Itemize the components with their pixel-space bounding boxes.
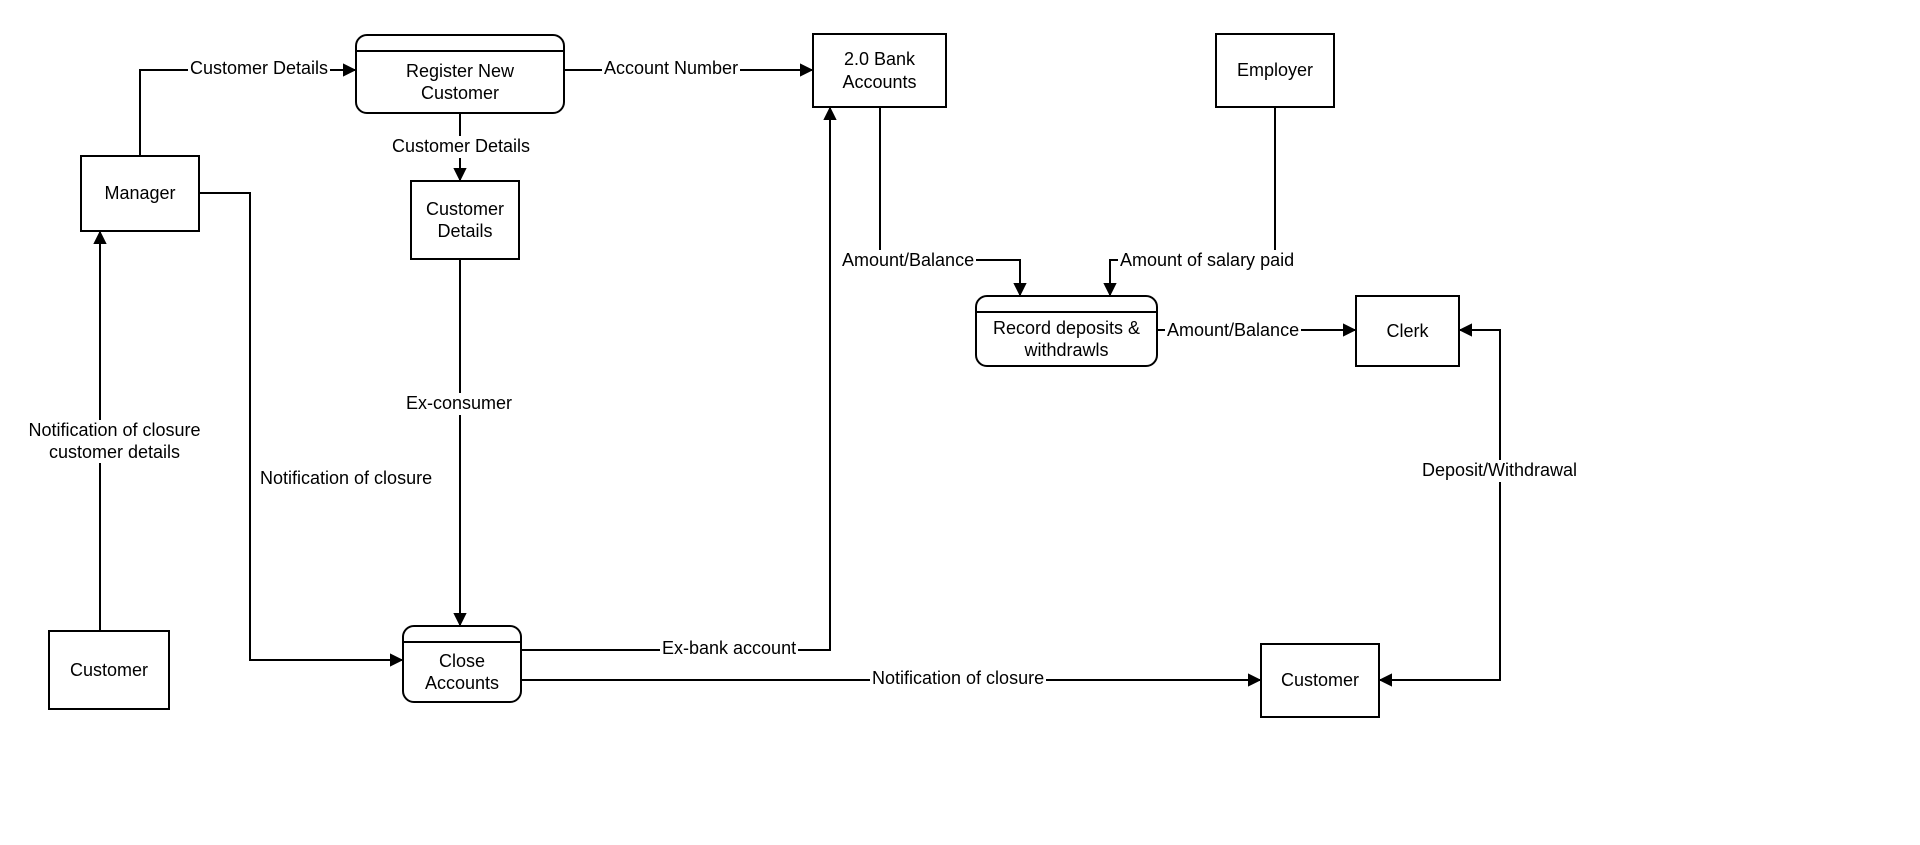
datastore-bank-accounts: 2.0 BankAccounts bbox=[812, 33, 947, 108]
entity-label: 2.0 BankAccounts bbox=[842, 48, 916, 93]
edges-layer bbox=[0, 0, 1920, 845]
edge-label-customer-details-vert: Customer Details bbox=[390, 136, 532, 158]
edge-label-amount-salary-paid: Amount of salary paid bbox=[1118, 250, 1296, 272]
entity-manager: Manager bbox=[80, 155, 200, 232]
edge-label-customer-details-top: Customer Details bbox=[188, 58, 330, 80]
process-register-new-customer: Register NewCustomer bbox=[355, 34, 565, 114]
process-label: CloseAccounts bbox=[417, 643, 507, 701]
process-header-bar bbox=[357, 36, 563, 52]
entity-employer: Employer bbox=[1215, 33, 1335, 108]
process-label: Record deposits &withdrawls bbox=[985, 313, 1148, 366]
process-label: Register NewCustomer bbox=[398, 52, 522, 112]
entity-label: Customer bbox=[1281, 669, 1359, 692]
entity-label: CustomerDetails bbox=[426, 198, 504, 243]
entity-customer-bottom-left: Customer bbox=[48, 630, 170, 710]
edge-label-notification-closure-mgr: Notification of closure bbox=[258, 468, 434, 490]
edge-label-amount-balance-left: Amount/Balance bbox=[840, 250, 976, 272]
process-header-bar bbox=[404, 627, 520, 643]
edge-label-notification-customer-details: Notification of closurecustomer details bbox=[15, 420, 214, 463]
edge-label-amount-balance-right: Amount/Balance bbox=[1165, 320, 1301, 342]
diagram-canvas: Manager Customer Register NewCustomer Cu… bbox=[0, 0, 1920, 845]
edge-label-notification-closure-cust: Notification of closure bbox=[870, 668, 1046, 690]
entity-label: Clerk bbox=[1386, 320, 1428, 343]
process-header-bar bbox=[977, 297, 1156, 313]
datastore-customer-details: CustomerDetails bbox=[410, 180, 520, 260]
entity-clerk: Clerk bbox=[1355, 295, 1460, 367]
process-close-accounts: CloseAccounts bbox=[402, 625, 522, 703]
entity-label: Manager bbox=[104, 182, 175, 205]
entity-label: Employer bbox=[1237, 59, 1313, 82]
process-record-deposits-withdrawals: Record deposits &withdrawls bbox=[975, 295, 1158, 367]
entity-customer-bottom-right: Customer bbox=[1260, 643, 1380, 718]
edge-label-ex-consumer: Ex-consumer bbox=[404, 393, 514, 415]
edge-label-account-number: Account Number bbox=[602, 58, 740, 80]
edge-label-ex-bank-account: Ex-bank account bbox=[660, 638, 798, 660]
entity-label: Customer bbox=[70, 659, 148, 682]
edge-label-deposit-withdrawal: Deposit/Withdrawal bbox=[1420, 460, 1579, 482]
